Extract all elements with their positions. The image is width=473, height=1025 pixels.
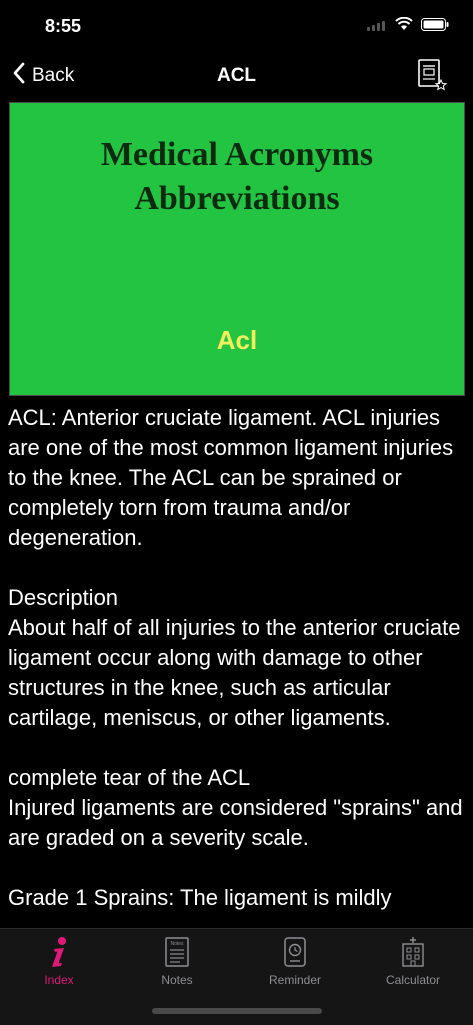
tab-index-label: Index (44, 973, 74, 987)
definition-content[interactable]: ACL: Anterior cruciate ligament. ACL inj… (8, 403, 468, 923)
tab-notes-label: Notes (161, 973, 193, 987)
calculator-icon (354, 935, 472, 969)
favorite-button[interactable] (417, 58, 448, 92)
definition-paragraph: ACL: Anterior cruciate ligament. ACL inj… (8, 405, 454, 550)
info-icon (0, 935, 118, 969)
tab-reminder[interactable]: Reminder (236, 935, 354, 995)
tab-notes[interactable]: Notes Notes (118, 935, 236, 995)
wifi-icon (395, 16, 413, 36)
svg-text:Notes: Notes (170, 941, 184, 947)
status-bar: 8:55 (0, 0, 473, 52)
signal-icon (367, 18, 387, 36)
notes-icon: Notes (118, 935, 236, 969)
status-icons (367, 16, 449, 36)
acronym-banner: Medical Acronyms Abbreviations Acl (9, 102, 465, 396)
tear-paragraph: complete tear of the ACL Injured ligamen… (8, 765, 463, 850)
bookmark-star-icon (417, 59, 448, 96)
page-title: ACL (216, 65, 257, 86)
status-time: 8:55 (45, 16, 82, 36)
banner-title-line-2: Abbreviations (134, 180, 340, 217)
description-paragraph: Description About half of all injuries t… (8, 585, 461, 730)
banner-title-line-1: Medical Acronyms (100, 136, 374, 173)
battery-icon (421, 17, 449, 36)
grade-paragraph: Grade 1 Sprains: The ligament is mildly (8, 885, 392, 910)
tab-index[interactable]: Index (0, 935, 118, 995)
tab-reminder-label: Reminder (268, 973, 322, 987)
banner-title: Medical Acronyms Abbreviations (10, 133, 464, 221)
navigation-bar: Back ACL (0, 52, 473, 100)
tab-calculator[interactable]: Calculator (354, 935, 472, 995)
tab-calculator-label: Calculator (385, 973, 441, 987)
banner-acronym: Acl (216, 325, 258, 355)
reminder-icon (236, 935, 354, 969)
home-indicator[interactable] (152, 1008, 322, 1014)
